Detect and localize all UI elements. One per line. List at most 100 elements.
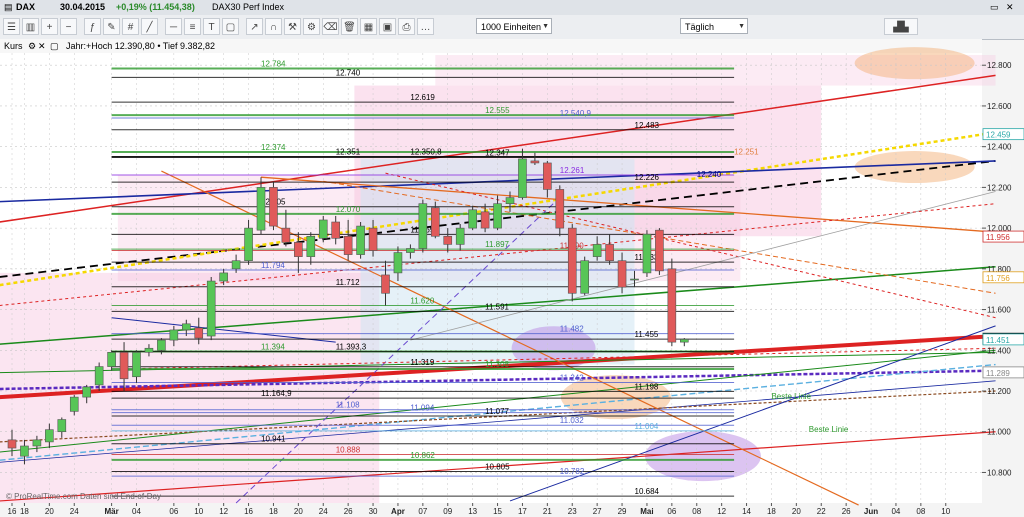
level-label: 11.004 [635,422,659,431]
candle-body [418,203,428,249]
x-tick-label: 10 [941,507,950,516]
level-label: 11.591 [485,302,509,311]
level-label: 11.242 [560,373,584,382]
candle-body [406,248,415,253]
x-tick-label: 15 [493,507,502,516]
candle-body [655,229,664,272]
x-tick-label: 12 [717,507,726,516]
x-tick-label: Mär [104,507,118,516]
candle-body [244,227,253,261]
candle-body [182,323,191,331]
level-label: 11.712 [336,278,360,287]
candle-body [356,225,365,255]
x-tick-label: 04 [132,507,141,516]
price-tag-label: 11.956 [986,233,1010,242]
x-tick-label: 29 [618,507,627,516]
price-tag-label: 12.459 [986,131,1011,140]
level-label: 11.620 [410,296,434,305]
candle-body [57,419,67,433]
x-tick-label: 30 [369,507,378,516]
candle-body [256,187,266,231]
candle-body [231,260,241,270]
level-label: 12.261 [560,166,585,175]
level-label: 10.888 [336,446,361,455]
level-label: 12.351 [336,148,361,157]
x-tick-label: 26 [842,507,851,516]
level-label: 10.805 [485,462,510,471]
candle-body [343,235,353,255]
x-tick-label: 08 [916,507,925,516]
x-tick-label: 18 [269,507,278,516]
x-tick-label: 10 [194,507,203,516]
level-label: 12.555 [485,106,510,115]
candle-body [580,260,590,294]
y-tick-label: 10.800 [987,468,1012,477]
level-label: 12.226 [635,173,660,182]
y-tick-label: 12.800 [987,61,1012,70]
level-label: 11.393,3 [336,343,367,352]
price-chart[interactable]: 12.784 12.740 12.619 12.555 12.540,9 12.483 12… [0,0,1024,517]
candle-body [368,227,378,251]
y-tick-label: 11.400 [987,346,1011,355]
price-tag-label: 11.289 [986,369,1010,378]
candle-body [69,396,79,412]
x-tick-label: 24 [319,507,328,516]
candle-body [567,227,577,294]
x-tick-label: 17 [518,507,527,516]
annotation-label: Beste Linie [771,392,811,401]
candle-body [144,347,154,353]
purple-ellipse-2 [644,431,761,482]
x-tick-label: 27 [593,507,602,516]
candle-body [455,227,465,245]
candle-body [443,235,453,245]
orange-ellipse-top [854,47,975,80]
level-label: 11.164,9 [261,389,292,398]
y-tick-label: 12.200 [987,183,1012,192]
candle-body [269,187,278,227]
level-label: 12.483 [635,121,660,130]
y-tick-label: 12.400 [987,143,1012,152]
x-tick-label: 16 [8,507,17,516]
x-tick-label: 20 [45,507,54,516]
x-tick-label: 18 [20,507,29,516]
candle-body [219,272,228,282]
candle-body [667,268,677,343]
y-tick-label: 11.000 [987,428,1011,437]
candle-body [281,227,291,243]
level-label: 11.108 [336,401,360,410]
level-label: 11.094 [410,404,434,413]
candle-body [7,439,17,449]
level-label: 12.740 [336,68,361,77]
candle-body [94,366,104,386]
level-label: 12.350,8 [410,148,442,157]
y-tick-label: 11.600 [987,306,1011,315]
x-tick-label: 08 [692,507,701,516]
x-tick-label: 22 [817,507,826,516]
x-tick-label: 20 [294,507,303,516]
level-label: 10.684 [635,487,660,496]
level-label: 11.897 [485,240,509,249]
y-tick-label: 12.600 [987,102,1012,111]
watermark: © ProRealTime.com Daten sind End-of-Day [6,492,161,501]
level-label: 11.482 [560,325,584,334]
level-label: 12.070 [336,205,361,214]
x-tick-label: 07 [418,507,427,516]
x-tick-label: 12 [219,507,228,516]
level-label: 12.540,9 [560,109,592,118]
candle-body [530,160,540,164]
candle-body [468,209,477,229]
candle-body [20,445,29,457]
candle-body [505,197,515,204]
x-tick-label: 16 [244,507,253,516]
level-label: 10.862 [410,451,435,460]
price-tag-label: 11.451 [986,336,1010,345]
annotation-label: Beste Linie [809,425,849,434]
candle-body [32,439,42,447]
price-tag-label: 11.756 [986,274,1010,283]
level-label: 12.619 [410,93,435,102]
level-label: 12.374 [261,143,286,152]
candle-body [518,158,527,198]
level-label: 11.032 [560,416,584,425]
x-tick-label: 09 [443,507,452,516]
orange-ellipse-mid [854,151,975,184]
